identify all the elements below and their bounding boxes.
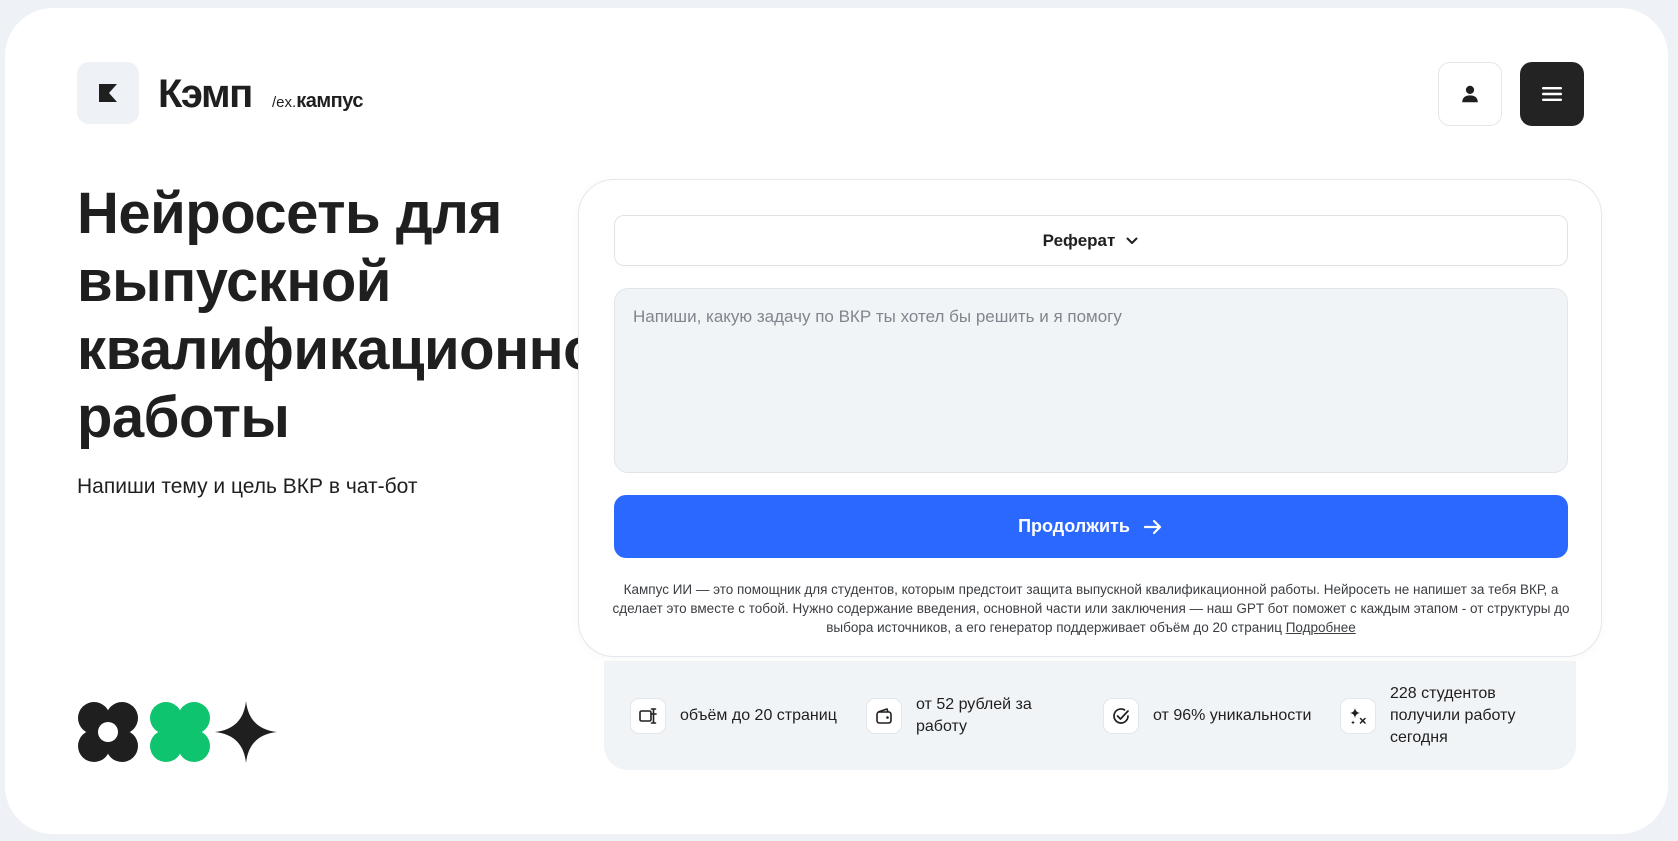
disclaimer-text: Кампус ИИ — это помощник для студентов, … [612, 582, 1570, 635]
profile-button[interactable] [1438, 62, 1502, 126]
k-logo-icon [99, 84, 117, 102]
flower-black-icon [78, 702, 138, 762]
more-link[interactable]: Подробнее [1286, 620, 1356, 635]
chat-card: Реферат Продолжить Кампус ИИ — это помощ… [578, 179, 1602, 657]
disclaimer: Кампус ИИ — это помощник для студентов, … [609, 580, 1573, 637]
feature-item: 228 студентов получили работу сегодня [1340, 661, 1550, 770]
wallet-icon [866, 697, 902, 734]
feature-text: 228 студентов получили работу сегодня [1390, 684, 1516, 746]
feature-text: объём до 20 страниц [680, 706, 837, 724]
brand-former-name: /ex.кампус [272, 90, 363, 113]
sparkle-star-icon [215, 701, 277, 763]
brand-former-prefix: /ex. [272, 94, 297, 111]
logo-badge[interactable] [77, 62, 139, 124]
task-prompt-input[interactable] [614, 288, 1568, 473]
menu-button[interactable] [1520, 62, 1584, 126]
feature-item: объём до 20 страниц [630, 661, 840, 770]
continue-label: Продолжить [1018, 516, 1130, 536]
decorative-shapes [78, 701, 277, 763]
continue-button[interactable]: Продолжить [614, 495, 1568, 558]
brand-name[interactable]: Кэмп [158, 72, 253, 117]
hamburger-icon [1542, 87, 1562, 101]
page: Кэмп /ex.кампус Нейросеть для выпускной … [5, 8, 1668, 834]
sparkles-icon [1340, 697, 1376, 734]
brand-former-label: кампус [296, 90, 363, 112]
chevron-down-icon [1126, 237, 1138, 244]
feature-item: от 52 рублей за работу [866, 661, 1071, 770]
work-type-select[interactable]: Реферат [614, 215, 1568, 266]
feature-text: от 96% уникальности [1153, 706, 1312, 724]
feature-text: от 52 рублей за работу [916, 695, 1032, 735]
work-type-value: Реферат [1042, 230, 1116, 250]
arrow-right-icon [1143, 519, 1162, 534]
clover-green-icon [150, 702, 210, 762]
features-strip: объём до 20 страниц от 52 рублей за рабо… [604, 661, 1576, 770]
hero-title: Нейросеть для выпускной квалификационной… [77, 181, 597, 450]
user-icon [1462, 85, 1478, 103]
pages-icon [630, 697, 666, 734]
feature-item: от 96% уникальности [1103, 661, 1323, 770]
hero-subtitle: Напиши тему и цель ВКР в чат-бот [77, 475, 418, 498]
check-circle-icon [1103, 697, 1139, 734]
